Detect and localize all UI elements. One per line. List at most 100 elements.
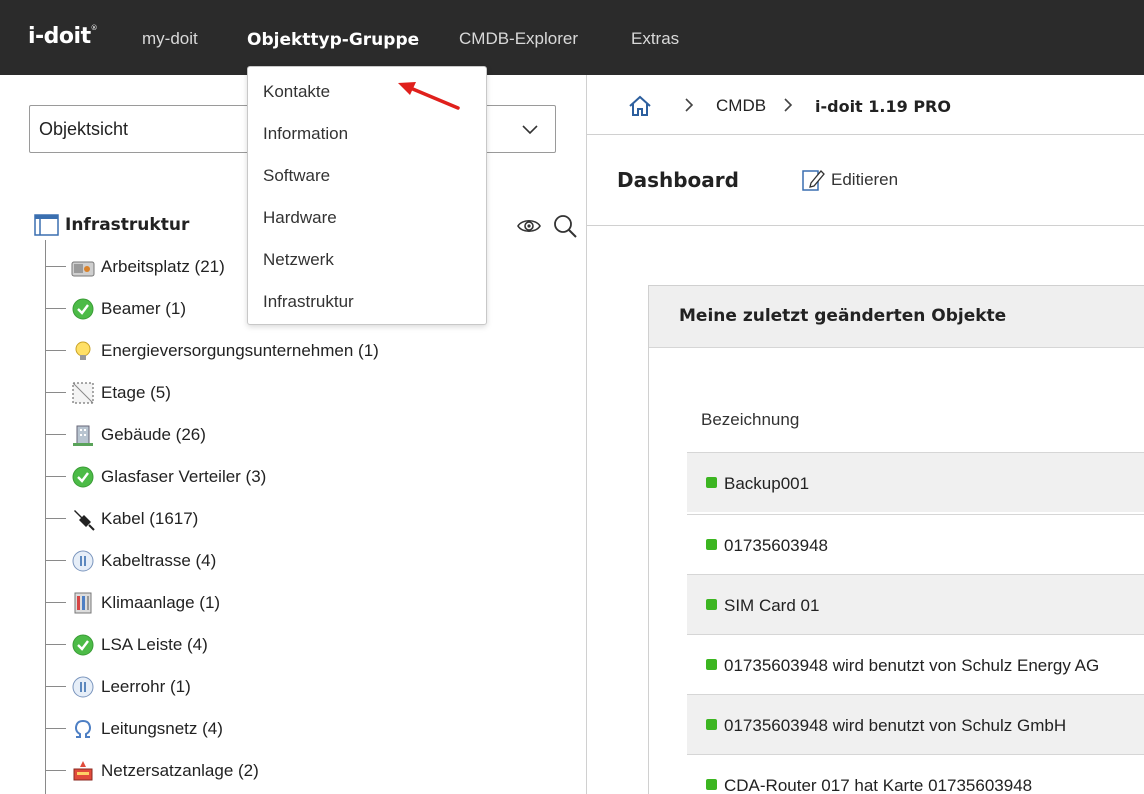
- menu-item-software[interactable]: Software: [263, 166, 330, 186]
- tree-item-label: Glasfaser Verteiler (3): [101, 467, 267, 486]
- tree-branch: [46, 392, 66, 393]
- column-header-bezeichnung[interactable]: Bezeichnung: [701, 410, 799, 430]
- menu-item-hardware[interactable]: Hardware: [263, 208, 337, 228]
- table-row[interactable]: Backup001: [687, 452, 1144, 512]
- tree-branch: [46, 644, 66, 645]
- page-title: Dashboard: [617, 168, 739, 192]
- tree-item-label: Arbeitsplatz (21): [101, 257, 225, 276]
- workstation-icon: [71, 261, 95, 277]
- tree-item-label: Beamer (1): [101, 299, 187, 318]
- tree-item-label: Energieversorgungsunternehmen (1): [101, 341, 379, 360]
- tree-item-glasfaser-verteiler[interactable]: Glasfaser Verteiler (3): [46, 456, 566, 498]
- tree-item-kabel[interactable]: Kabel (1617): [46, 498, 566, 540]
- table-row[interactable]: 01735603948 wird benutzt von Schulz GmbH: [687, 694, 1144, 754]
- nav-objekttyp-gruppe[interactable]: Objekttyp-Gruppe: [247, 30, 419, 50]
- status-indicator: [706, 477, 717, 488]
- eye-icon[interactable]: [516, 215, 542, 237]
- tree-item-label: Kabeltrasse (4): [101, 551, 217, 570]
- table-row[interactable]: 01735603948 wird benutzt von Schulz Ener…: [687, 634, 1144, 694]
- tree-item-klimaanlage[interactable]: Klimaanlage (1): [46, 582, 566, 624]
- tree-branch: [46, 434, 66, 435]
- tree-item-gebaeude[interactable]: Gebäude (26): [46, 414, 566, 456]
- cable-plug-icon: [74, 510, 95, 531]
- tree-item-label: Leitungsnetz (4): [101, 719, 223, 738]
- top-navigation-bar: i-doit® my-doit Objekttyp-Gruppe CMDB-Ex…: [0, 0, 1144, 75]
- conduit-icon: [72, 676, 94, 698]
- tree-item-leitungsnetz[interactable]: Leitungsnetz (4): [46, 708, 566, 750]
- recent-objects-widget: Meine zuletzt geänderten Objekte Bezeich…: [648, 285, 1144, 794]
- breadcrumb-current: i-doit 1.19 PRO: [815, 97, 951, 116]
- menu-item-information[interactable]: Information: [263, 124, 348, 144]
- cable-tray-icon: [72, 550, 94, 572]
- status-indicator: [706, 599, 717, 610]
- tree-branch: [46, 686, 66, 687]
- chevron-down-icon: [522, 125, 538, 135]
- table-row[interactable]: SIM Card 01: [687, 574, 1144, 634]
- chevron-right-icon: [685, 98, 694, 112]
- home-icon[interactable]: [628, 94, 652, 118]
- edit-icon: [802, 170, 825, 191]
- tree-item-label: Klimaanlage (1): [101, 593, 221, 612]
- status-indicator: [706, 719, 717, 730]
- tree-branch: [46, 266, 66, 267]
- tree-branch: [46, 602, 66, 603]
- row-label: SIM Card 01: [724, 596, 820, 615]
- nav-my-doit[interactable]: my-doit: [142, 29, 198, 49]
- status-indicator: [706, 779, 717, 790]
- tree-item-lsa-leiste[interactable]: LSA Leiste (4): [46, 624, 566, 666]
- row-label: 01735603948: [724, 536, 829, 555]
- tree-item-label: Gebäude (26): [101, 425, 206, 444]
- tree-item-netzersatzanlage[interactable]: Netzersatzanlage (2): [46, 750, 566, 792]
- air-conditioner-icon: [74, 592, 92, 614]
- tree-item-kabeltrasse[interactable]: Kabeltrasse (4): [46, 540, 566, 582]
- red-arrow-annotation: [398, 82, 460, 110]
- row-label: 01735603948 wird benutzt von Schulz GmbH: [724, 716, 1067, 735]
- green-check-icon: [72, 466, 94, 488]
- tree-branch: [46, 518, 66, 519]
- tree-branch: [46, 770, 66, 771]
- table-row[interactable]: CDA-Router 017 hat Karte 01735603948: [687, 754, 1144, 794]
- generator-icon: [73, 761, 93, 781]
- tree-branch: [46, 350, 66, 351]
- green-check-icon: [72, 634, 94, 656]
- tree-item-label: Leerrohr (1): [101, 677, 191, 696]
- i-doit-logo[interactable]: i-doit®: [28, 24, 98, 49]
- page-header: Dashboard Editieren: [587, 136, 1144, 226]
- tree-item-leerrohr[interactable]: Leerrohr (1): [46, 666, 566, 708]
- green-check-icon: [72, 298, 94, 320]
- tree-item-label: Etage (5): [101, 383, 171, 402]
- menu-item-netzwerk[interactable]: Netzwerk: [263, 250, 334, 270]
- breadcrumb-cmdb[interactable]: CMDB: [716, 96, 766, 116]
- breadcrumb: CMDB i-doit 1.19 PRO: [587, 75, 1144, 135]
- building-icon: [73, 425, 93, 446]
- menu-item-infrastruktur[interactable]: Infrastruktur: [263, 292, 354, 312]
- row-label: 01735603948 wird benutzt von Schulz Ener…: [724, 656, 1100, 675]
- omega-icon: [75, 720, 91, 738]
- tree-branch: [46, 560, 66, 561]
- status-indicator: [706, 539, 717, 550]
- view-select-value: Objektsicht: [39, 119, 129, 139]
- tree-item-etage[interactable]: Etage (5): [46, 372, 566, 414]
- menu-item-kontakte[interactable]: Kontakte: [263, 82, 330, 102]
- table-row[interactable]: 01735603948: [687, 514, 1144, 574]
- status-indicator: [706, 659, 717, 670]
- nav-extras[interactable]: Extras: [631, 29, 679, 49]
- window-icon: [34, 214, 59, 236]
- tree-item-label: LSA Leiste (4): [101, 635, 208, 654]
- row-label: CDA-Router 017 hat Karte 01735603948: [724, 776, 1033, 794]
- nav-cmdb-explorer[interactable]: CMDB-Explorer: [459, 29, 578, 49]
- floor-plan-icon: [72, 382, 94, 404]
- widget-header: Meine zuletzt geänderten Objekte: [649, 286, 1144, 348]
- chevron-right-icon: [784, 98, 793, 112]
- row-label: Backup001: [724, 474, 810, 493]
- tree-item-label: Netzersatzanlage (2): [101, 761, 259, 780]
- tree-branch: [46, 308, 66, 309]
- tree-root-label: Infrastruktur: [65, 215, 190, 235]
- tree-branch: [46, 476, 66, 477]
- tree-item-energieversorgungsunternehmen[interactable]: Energieversorgungsunternehmen (1): [46, 330, 566, 372]
- widget-title: Meine zuletzt geänderten Objekte: [679, 306, 1007, 326]
- tree-branch: [46, 728, 66, 729]
- search-icon[interactable]: [552, 213, 578, 239]
- lightbulb-icon: [75, 341, 91, 360]
- edit-button-label: Editieren: [831, 170, 899, 189]
